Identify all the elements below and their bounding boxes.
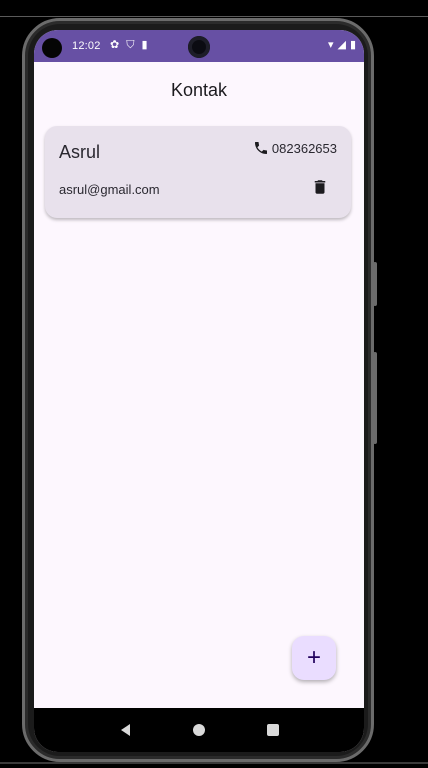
app-bar: Kontak [34, 62, 364, 118]
phone-number: 082362653 [271, 140, 337, 156]
home-icon [193, 724, 205, 736]
plus-icon: + [306, 644, 321, 671]
nav-back-button[interactable] [115, 720, 135, 740]
status-icons-left: ✿ ⛉ ▮ [110, 39, 148, 51]
settings-icon: ✿ [110, 39, 120, 51]
contact-card[interactable]: Asrul 082362653 asrul@gmail.com [45, 126, 351, 218]
front-camera [188, 36, 210, 58]
window-bottom-divider [0, 762, 428, 764]
delete-button[interactable] [311, 178, 329, 196]
status-bar: 12:02 ✿ ⛉ ▮ ▾ ◢ ▮ [34, 30, 364, 62]
page-title: Kontak [170, 79, 228, 100]
sim-icon: ▮ [141, 39, 148, 51]
window-top-divider [0, 16, 428, 17]
status-icons-right: ▾ ◢ ▮ [328, 39, 356, 51]
add-contact-button[interactable]: + [292, 636, 336, 680]
contact-email: asrul@gmail.com [59, 182, 160, 197]
status-time: 12:02 [72, 40, 101, 52]
signal-icon: ◢ [337, 39, 346, 51]
contact-name: Asrul [59, 142, 101, 162]
volume-button [373, 352, 377, 444]
nav-home-button[interactable] [189, 720, 209, 740]
back-icon [120, 724, 130, 736]
wifi-icon: ▾ [327, 39, 334, 51]
power-button [373, 262, 377, 306]
shield-icon: ⛉ [126, 39, 135, 51]
system-navigation-bar [34, 708, 364, 752]
phone-icon [254, 142, 267, 154]
contact-phone: 082362653 [253, 140, 337, 156]
app-screen: 12:02 ✿ ⛉ ▮ ▾ ◢ ▮ Kontak Asrul 082362653… [34, 30, 364, 752]
nav-recents-button[interactable] [263, 720, 283, 740]
battery-icon: ▮ [349, 39, 356, 51]
camera-cutout [42, 38, 62, 58]
recents-icon [267, 724, 279, 736]
trash-icon [314, 180, 326, 194]
